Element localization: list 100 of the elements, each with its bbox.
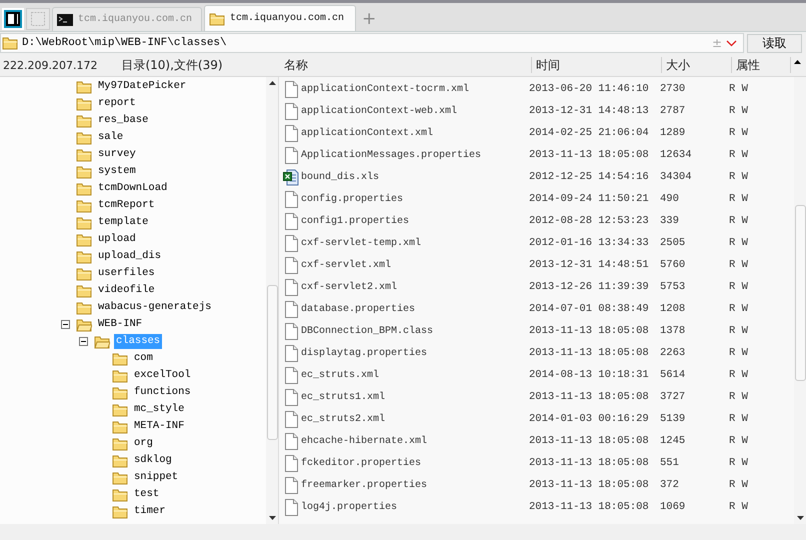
scroll-up-icon[interactable] [268, 81, 276, 85]
folder-name[interactable]: survey [96, 147, 138, 162]
folder-name[interactable]: com [132, 351, 155, 366]
file-size: 339 [660, 215, 680, 227]
folder-name[interactable]: report [96, 96, 138, 111]
file-size: 12634 [660, 149, 693, 161]
column-header[interactable]: 时间 [531, 57, 661, 73]
folder-name[interactable]: upload_dis [96, 249, 164, 264]
file-name[interactable]: cxf-servlet-temp.xml [301, 238, 529, 248]
folder-name[interactable]: tcmDownLoad [96, 181, 170, 196]
path-field[interactable]: D:\WebRoot\mip\WEB-INF\classes\ ± [0, 33, 744, 53]
folder-name[interactable]: timer [132, 504, 168, 519]
column-header[interactable]: 属性 [731, 57, 791, 73]
modified-time: 2014-07-01 08:38:49 [529, 303, 650, 315]
file-name[interactable]: freemarker.properties [301, 480, 529, 490]
folder-icon [76, 318, 92, 332]
file-attributes: R W [729, 83, 748, 95]
file-attributes: R W [729, 457, 748, 469]
terminal-icon [57, 14, 73, 26]
scroll-up-icon[interactable] [794, 60, 801, 64]
folder-name[interactable]: WEB-INF [96, 317, 144, 332]
modified-time: 2013-11-13 18:05:08 [529, 149, 650, 161]
folder-icon [112, 352, 128, 366]
folder-icon [76, 130, 92, 144]
file-attributes: R W [729, 435, 748, 447]
file-size: 1289 [660, 127, 686, 139]
file-name[interactable]: ec_struts1.xml [301, 392, 529, 402]
modified-time: 2014-09-24 11:50:21 [529, 193, 650, 205]
folder-name[interactable]: test [132, 487, 162, 502]
file-name[interactable]: bound_dis.xls [301, 172, 529, 182]
folder-icon [112, 402, 128, 416]
file-name[interactable]: ec_struts2.xml [301, 414, 529, 424]
file-name[interactable]: database.properties [301, 304, 529, 314]
file-size: 5614 [660, 369, 686, 381]
read-button[interactable]: 读取 [747, 34, 802, 52]
folder-name[interactable]: videofile [96, 283, 157, 298]
folder-name[interactable]: system [96, 164, 138, 179]
scroll-down-icon[interactable] [268, 516, 276, 520]
folder-name[interactable]: snippet [132, 470, 180, 485]
folder-name[interactable]: sale [96, 130, 126, 145]
file-size: 3727 [660, 391, 686, 403]
scrollbar[interactable] [266, 77, 278, 524]
document-icon [283, 190, 299, 208]
folder-name[interactable]: functions [132, 385, 193, 400]
file-name[interactable]: ehcache-hibernate.xml [301, 436, 529, 446]
modified-time: 2013-12-26 11:39:39 [529, 281, 650, 293]
file-name[interactable]: applicationContext.xml [301, 128, 529, 138]
folder-name[interactable]: org [132, 436, 155, 451]
scroll-down-icon[interactable] [796, 516, 804, 520]
file-name[interactable]: applicationContext-tocrm.xml [301, 84, 529, 94]
folder-name[interactable]: template [96, 215, 150, 230]
file-name[interactable]: ApplicationMessages.properties [301, 150, 529, 160]
document-icon [283, 410, 299, 428]
file-attributes: R W [729, 171, 748, 183]
document-icon [283, 366, 299, 384]
column-header[interactable]: 名称 [280, 57, 531, 73]
modified-time: 2013-11-13 18:05:08 [529, 347, 650, 359]
tab[interactable]: tcm.iquanyou.com.cn [204, 5, 356, 31]
folder-name[interactable]: upload [96, 232, 138, 247]
file-name[interactable]: log4j.properties [301, 502, 529, 512]
document-icon [283, 212, 299, 230]
file-name[interactable]: DBConnection_BPM.class [301, 326, 529, 336]
file-size: 2505 [660, 237, 686, 249]
file-name[interactable]: cxf-servlet2.xml [301, 282, 529, 292]
file-size: 372 [660, 479, 680, 491]
file-attributes: R W [729, 369, 748, 381]
folder-name[interactable]: sdklog [132, 453, 174, 468]
folder-name[interactable]: res_base [96, 113, 150, 128]
folder-icon [76, 148, 92, 162]
file-name[interactable]: cxf-servlet.xml [301, 260, 529, 270]
folder-name[interactable]: tcmReport [96, 198, 157, 213]
file-attributes: R W [729, 303, 748, 315]
file-name[interactable]: fckeditor.properties [301, 458, 529, 468]
file-attributes: R W [729, 413, 748, 425]
panel-toggle-icon[interactable] [2, 8, 24, 30]
file-name[interactable]: config1.properties [301, 216, 529, 226]
folder-name[interactable]: excelTool [132, 368, 193, 383]
file-name[interactable]: ec_struts.xml [301, 370, 529, 380]
folder-name[interactable]: wabacus-generatejs [96, 300, 214, 315]
chevron-down-icon[interactable] [726, 40, 737, 46]
folder-icon [112, 436, 128, 450]
file-attributes: R W [729, 501, 748, 513]
folder-icon [76, 266, 92, 280]
folder-name[interactable]: META-INF [132, 419, 186, 434]
folder-icon [112, 368, 128, 382]
document-icon [283, 102, 299, 120]
folder-name[interactable]: userfiles [96, 266, 157, 281]
folder-name[interactable]: mc_style [132, 402, 186, 417]
host-address: 222.209.207.172 [3, 58, 98, 72]
folder-icon [112, 470, 128, 484]
file-attributes: R W [729, 391, 748, 403]
folder-name[interactable]: My97DatePicker [96, 79, 188, 94]
collapse-toggle[interactable] [79, 336, 90, 347]
file-size: 1378 [660, 325, 686, 337]
column-header[interactable]: 大小 [661, 57, 731, 73]
file-name[interactable]: applicationContext-web.xml [301, 106, 529, 116]
file-name[interactable]: config.properties [301, 194, 529, 204]
file-name[interactable]: displaytag.properties [301, 348, 529, 358]
scrollbar[interactable] [794, 77, 806, 524]
collapse-toggle[interactable] [61, 319, 72, 330]
